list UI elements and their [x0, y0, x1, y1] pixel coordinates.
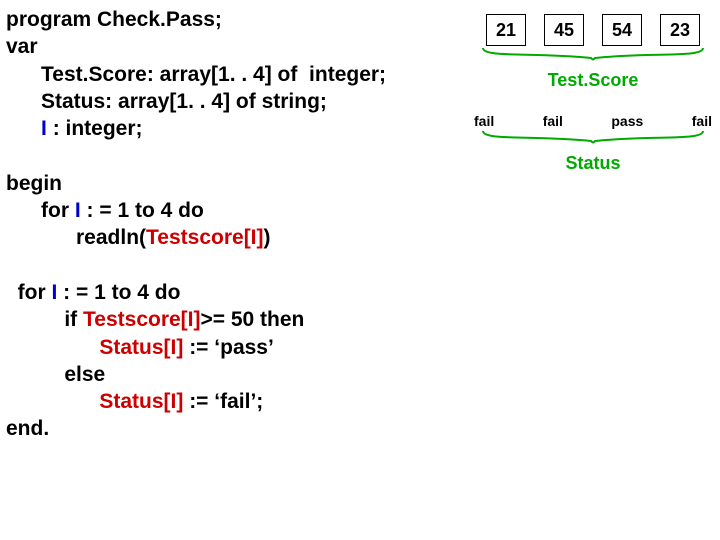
code-line-1: program Check.Pass; [6, 8, 222, 31]
code-line-2: var [6, 35, 38, 58]
code-line-13a [6, 390, 99, 413]
status-cell: pass [611, 113, 643, 129]
score-array-label: Test.Score [470, 70, 716, 91]
code-line-8a: readln( [6, 226, 146, 249]
score-cell: 54 [602, 14, 642, 46]
code-line-11a [6, 336, 99, 359]
code-line-10c: >= 50 then [201, 308, 305, 331]
code-line-4: Status: array[1. . 4] of string; [6, 90, 327, 113]
array-diagram: 21 45 54 23 Test.Score fail fail pass fa… [470, 14, 716, 174]
status-values: fail fail pass fail [470, 113, 716, 129]
code-line-5a [6, 117, 41, 140]
status-cell: fail [474, 113, 494, 129]
code-line-11c: := ‘pass’ [183, 336, 273, 359]
code-line-13c: := ‘fail’; [183, 390, 263, 413]
code-line-8c: ) [264, 226, 271, 249]
score-cell: 23 [660, 14, 700, 46]
code-line-3: Test.Score: array[1. . 4] of integer; [6, 63, 386, 86]
ident-testscore: Testscore[I] [146, 226, 263, 249]
brace-icon [470, 46, 716, 68]
code-line-12: else [6, 363, 105, 386]
score-boxes: 21 45 54 23 [470, 14, 716, 46]
code-line-9a: for [6, 281, 52, 304]
ident-status: Status[I] [99, 336, 183, 359]
status-array-label: Status [470, 153, 716, 174]
code-line-5c: : integer; [47, 117, 143, 140]
code-line-10a: if [6, 308, 83, 331]
code-line-7c: : = 1 to 4 do [81, 199, 204, 222]
ident-status: Status[I] [99, 390, 183, 413]
code-block: program Check.Pass; var Test.Score: arra… [6, 6, 386, 443]
code-line-9c: : = 1 to 4 do [57, 281, 180, 304]
status-cell: fail [692, 113, 712, 129]
score-cell: 21 [486, 14, 526, 46]
code-line-14: end. [6, 417, 49, 440]
code-line-6: begin [6, 172, 62, 195]
code-line-7a: for [6, 199, 75, 222]
status-cell: fail [543, 113, 563, 129]
ident-testscore: Testscore[I] [83, 308, 200, 331]
brace-icon [470, 129, 716, 151]
score-cell: 45 [544, 14, 584, 46]
